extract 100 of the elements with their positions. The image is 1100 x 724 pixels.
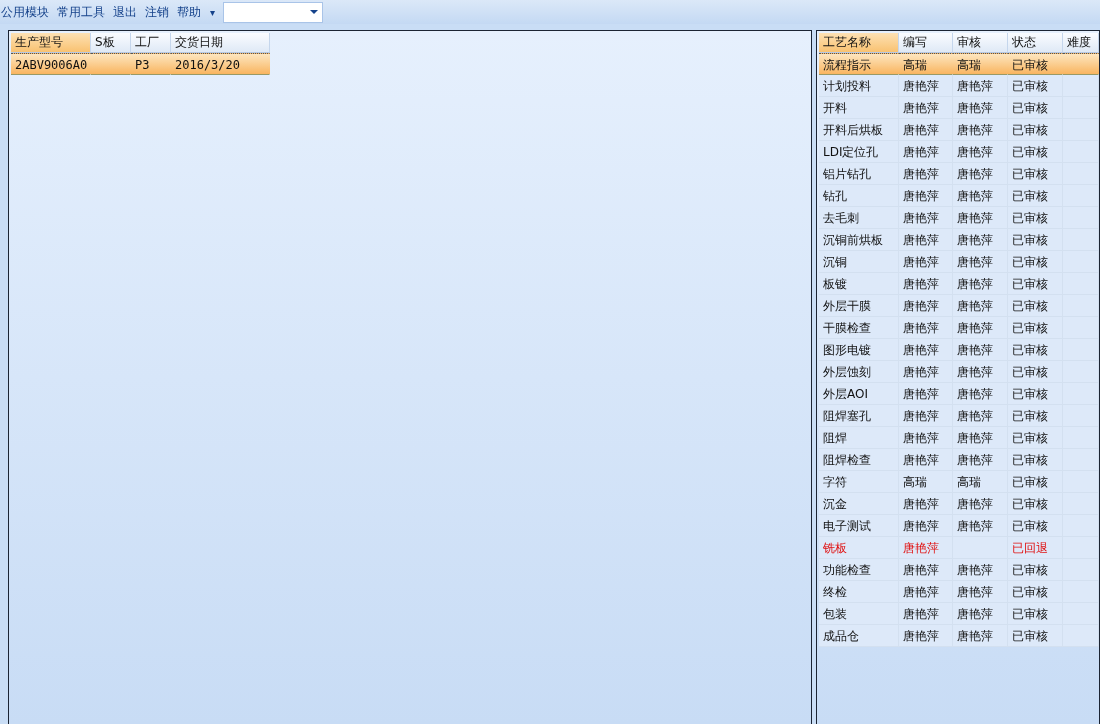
- table-cell: 已审核: [1008, 119, 1063, 141]
- table-cell: 铣板: [819, 537, 899, 559]
- table-cell: 阻焊检查: [819, 449, 899, 471]
- table-cell: 唐艳萍: [953, 317, 1008, 339]
- table-cell: 唐艳萍: [899, 581, 953, 603]
- menu-item[interactable]: 退出: [112, 3, 142, 21]
- table-cell: 唐艳萍: [899, 251, 953, 273]
- table-cell: 已审核: [1008, 581, 1063, 603]
- table-cell: 唐艳萍: [953, 119, 1008, 141]
- table-cell: 沉铜: [819, 251, 899, 273]
- table-cell: 唐艳萍: [953, 515, 1008, 537]
- column-header[interactable]: 工厂: [131, 33, 171, 53]
- table-cell: 电子测试: [819, 515, 899, 537]
- table-cell: 唐艳萍: [953, 75, 1008, 97]
- table-cell: 已审核: [1008, 251, 1063, 273]
- table-cell: 唐艳萍: [899, 273, 953, 295]
- table-cell: 唐艳萍: [953, 405, 1008, 427]
- table-cell: 唐艳萍: [899, 141, 953, 163]
- table-cell: 去毛刺: [819, 207, 899, 229]
- table-cell: 计划投料: [819, 75, 899, 97]
- table-cell: 已审核: [1008, 449, 1063, 471]
- table-cell: 2016/3/20: [171, 53, 270, 75]
- dropdown-caret[interactable]: ▾: [210, 6, 216, 18]
- table-cell: 唐艳萍: [953, 207, 1008, 229]
- table-cell: 唐艳萍: [953, 581, 1008, 603]
- table-cell: 已审核: [1008, 97, 1063, 119]
- dropdown-arrow-icon: [310, 10, 319, 14]
- table-cell: 已审核: [1008, 273, 1063, 295]
- column-header[interactable]: S板: [91, 33, 131, 53]
- combo-box[interactable]: [223, 1, 324, 23]
- table-cell: 唐艳萍: [899, 383, 953, 405]
- table-cell: 唐艳萍: [899, 361, 953, 383]
- table-cell: 流程指示: [819, 53, 899, 75]
- table-cell: 成品仓: [819, 625, 899, 647]
- table-cell: 图形电镀: [819, 339, 899, 361]
- table-cell: 阻焊塞孔: [819, 405, 899, 427]
- menu-item[interactable]: 注销: [144, 3, 174, 21]
- table-cell: 唐艳萍: [899, 163, 953, 185]
- table-cell: 唐艳萍: [953, 449, 1008, 471]
- menu-item[interactable]: 常用工具: [56, 3, 110, 21]
- column-header[interactable]: 编写: [899, 33, 953, 53]
- table-cell: 已审核: [1008, 75, 1063, 97]
- table-cell: 已审核: [1008, 471, 1063, 493]
- table-cell: 已审核: [1008, 141, 1063, 163]
- table-cell: 唐艳萍: [953, 625, 1008, 647]
- table-cell: 已审核: [1008, 361, 1063, 383]
- table-cell: 唐艳萍: [899, 317, 953, 339]
- column-header[interactable]: 生产型号: [11, 33, 91, 53]
- table-cell: 包装: [819, 603, 899, 625]
- table-cell: 唐艳萍: [953, 427, 1008, 449]
- table-cell: 唐艳萍: [953, 141, 1008, 163]
- menu-item[interactable]: 公用模块: [0, 3, 54, 21]
- table-cell: 开料: [819, 97, 899, 119]
- menu-item[interactable]: 帮助: [176, 3, 206, 21]
- table-cell: 唐艳萍: [899, 75, 953, 97]
- table-cell: 干膜检查: [819, 317, 899, 339]
- table-cell: 唐艳萍: [953, 559, 1008, 581]
- table-cell: 唐艳萍: [899, 97, 953, 119]
- table-cell: 已审核: [1008, 559, 1063, 581]
- table-cell: 唐艳萍: [899, 559, 953, 581]
- table-cell: 唐艳萍: [899, 295, 953, 317]
- table-cell: 唐艳萍: [899, 427, 953, 449]
- table-cell: 字符: [819, 471, 899, 493]
- table-cell: 高瑞: [953, 53, 1008, 75]
- table-cell: 已审核: [1008, 427, 1063, 449]
- table-cell: 已审核: [1008, 229, 1063, 251]
- table-cell: 已审核: [1008, 405, 1063, 427]
- table-cell: 已回退: [1008, 537, 1063, 559]
- table-cell: 唐艳萍: [899, 339, 953, 361]
- table-cell: 唐艳萍: [953, 493, 1008, 515]
- table-cell: 终检: [819, 581, 899, 603]
- table-cell: 唐艳萍: [953, 163, 1008, 185]
- table-cell: 唐艳萍: [899, 515, 953, 537]
- table-cell: 已审核: [1008, 185, 1063, 207]
- table-cell: 唐艳萍: [899, 603, 953, 625]
- table-cell: 2ABV9006A0: [11, 53, 91, 75]
- table-cell: 高瑞: [899, 471, 953, 493]
- table-cell: 已审核: [1008, 317, 1063, 339]
- table-cell: 唐艳萍: [899, 625, 953, 647]
- column-header[interactable]: 工艺名称: [819, 33, 899, 53]
- table-cell: 唐艳萍: [899, 537, 953, 559]
- column-header[interactable]: 难度: [1063, 33, 1099, 53]
- column-header[interactable]: 交货日期: [171, 33, 270, 53]
- table-cell: 唐艳萍: [953, 273, 1008, 295]
- column-header[interactable]: 审核: [953, 33, 1008, 53]
- table-cell: 唐艳萍: [953, 339, 1008, 361]
- table-cell: 铝片钻孔: [819, 163, 899, 185]
- table-cell: 钻孔: [819, 185, 899, 207]
- table-cell: 外层干膜: [819, 295, 899, 317]
- table-cell: LDI定位孔: [819, 141, 899, 163]
- column-header[interactable]: 状态: [1008, 33, 1063, 53]
- table-cell: 沉金: [819, 493, 899, 515]
- table-cell: 唐艳萍: [953, 383, 1008, 405]
- table-cell: 开料后烘板: [819, 119, 899, 141]
- table-cell: 已审核: [1008, 603, 1063, 625]
- table-cell: 已审核: [1008, 493, 1063, 515]
- table-cell: 外层蚀刻: [819, 361, 899, 383]
- table-cell: 唐艳萍: [953, 251, 1008, 273]
- table-cell: 已审核: [1008, 53, 1063, 75]
- table-cell: 唐艳萍: [899, 119, 953, 141]
